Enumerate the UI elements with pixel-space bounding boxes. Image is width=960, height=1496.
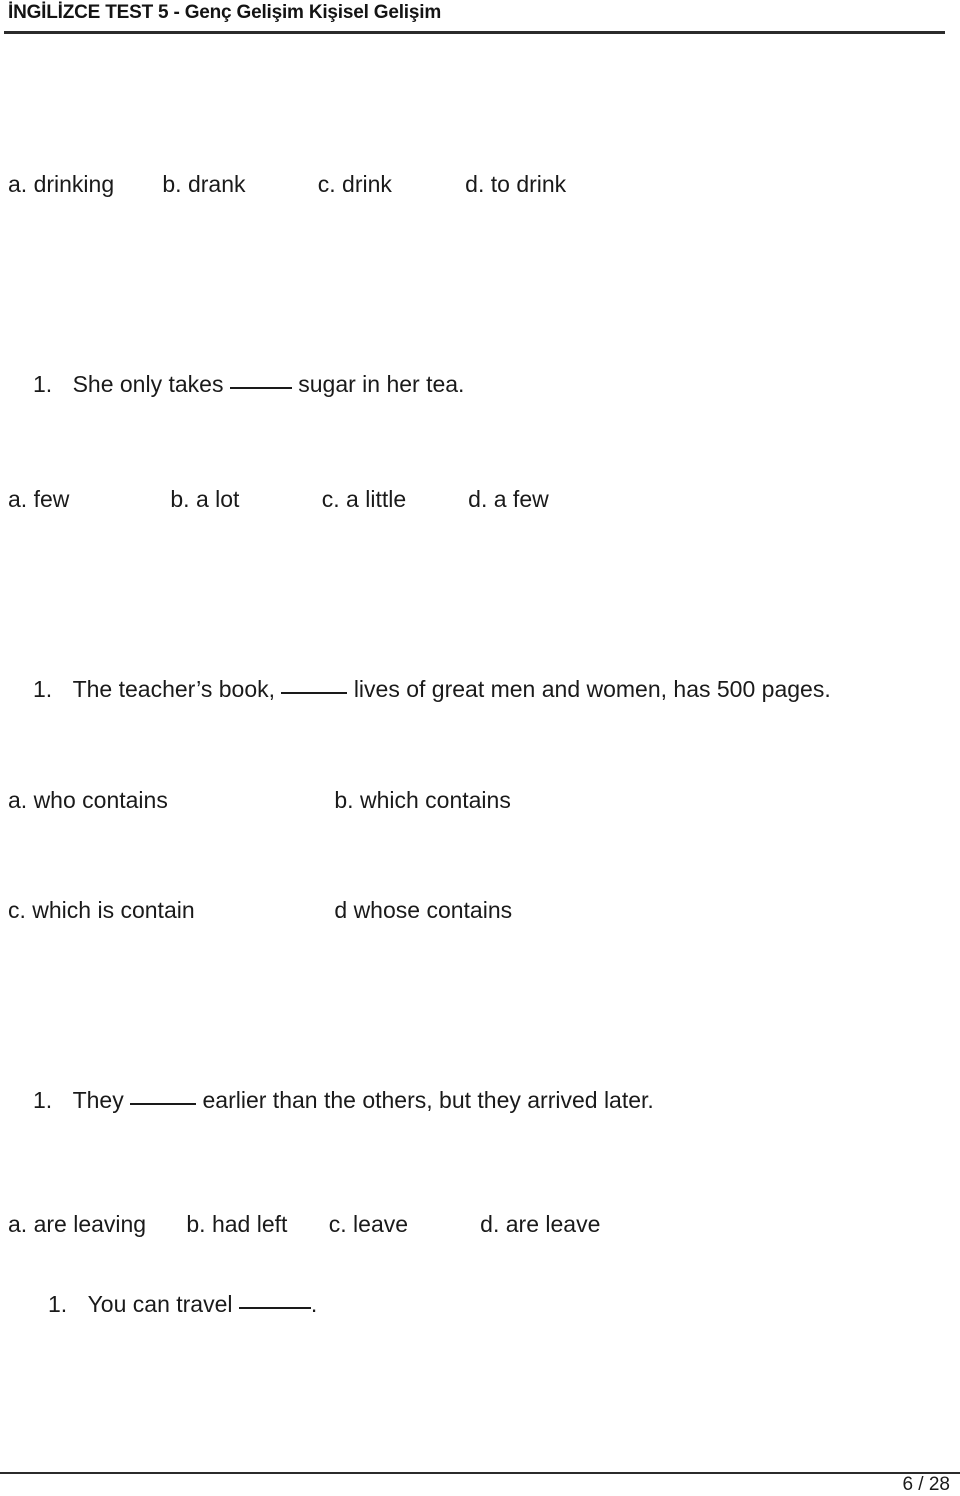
question-text-after: sugar in her tea. — [298, 371, 465, 397]
answer-blank[interactable] — [281, 692, 348, 694]
option-d[interactable]: d. to drink — [465, 170, 566, 198]
option-c[interactable]: c. leave — [329, 1210, 474, 1238]
question-text-after: earlier than the others, but they arrive… — [202, 1087, 654, 1113]
option-a[interactable]: a. who contains — [8, 786, 328, 814]
question-text-before: The teacher’s book, — [72, 676, 276, 702]
page-number-indicator: 6 / 28 — [902, 1474, 950, 1495]
option-b[interactable]: b. which contains — [334, 786, 510, 814]
question-line: 1. The teacher’s book, lives of great me… — [33, 675, 831, 703]
option-a[interactable]: a. few — [8, 485, 164, 513]
question-text-before: She only takes — [72, 371, 224, 397]
question-number: 1. — [33, 371, 53, 397]
option-c[interactable]: c. drink — [318, 170, 459, 198]
question-line: 1. She only takes sugar in her tea. — [33, 370, 464, 398]
question-text-before: You can travel — [87, 1291, 233, 1317]
option-b[interactable]: b. had left — [186, 1210, 322, 1238]
question-line: 1. You can travel . — [48, 1290, 317, 1318]
option-a[interactable]: a. drinking — [8, 170, 156, 198]
question-number: 1. — [33, 1087, 53, 1113]
option-b[interactable]: b. a lot — [170, 485, 315, 513]
question-line: 1. They earlier than the others, but the… — [33, 1086, 654, 1114]
options-row: a. drinking b. drank c. drink d. to drin… — [8, 170, 566, 198]
option-d[interactable]: d. are leave — [480, 1210, 600, 1238]
answer-blank[interactable] — [238, 1307, 311, 1309]
options-row: c. which is contain d whose contains — [8, 896, 512, 924]
option-b[interactable]: b. drank — [162, 170, 311, 198]
answer-blank[interactable] — [130, 1103, 197, 1105]
footer-divider — [0, 1472, 960, 1474]
question-text-before: They — [72, 1087, 124, 1113]
question-number: 1. — [33, 676, 53, 702]
question-text-after: . — [310, 1291, 318, 1317]
answer-blank[interactable] — [229, 387, 292, 389]
page-header-title: İNGİLİZCE TEST 5 - Genç Gelişim Kişisel … — [8, 2, 442, 23]
option-d[interactable]: d whose contains — [334, 896, 512, 924]
document-page: İNGİLİZCE TEST 5 - Genç Gelişim Kişisel … — [0, 0, 960, 1495]
header-divider — [4, 31, 945, 34]
option-d[interactable]: d. a few — [468, 485, 549, 513]
options-row: a. are leaving b. had left c. leave d. a… — [8, 1210, 600, 1238]
options-row: a. few b. a lot c. a little d. a few — [8, 485, 549, 513]
question-number: 1. — [48, 1291, 68, 1317]
option-a[interactable]: a. are leaving — [8, 1210, 180, 1238]
option-c[interactable]: c. which is contain — [8, 896, 328, 924]
option-c[interactable]: c. a little — [322, 485, 462, 513]
options-row: a. who contains b. which contains — [8, 786, 511, 814]
question-text-after: lives of great men and women, has 500 pa… — [353, 676, 831, 702]
